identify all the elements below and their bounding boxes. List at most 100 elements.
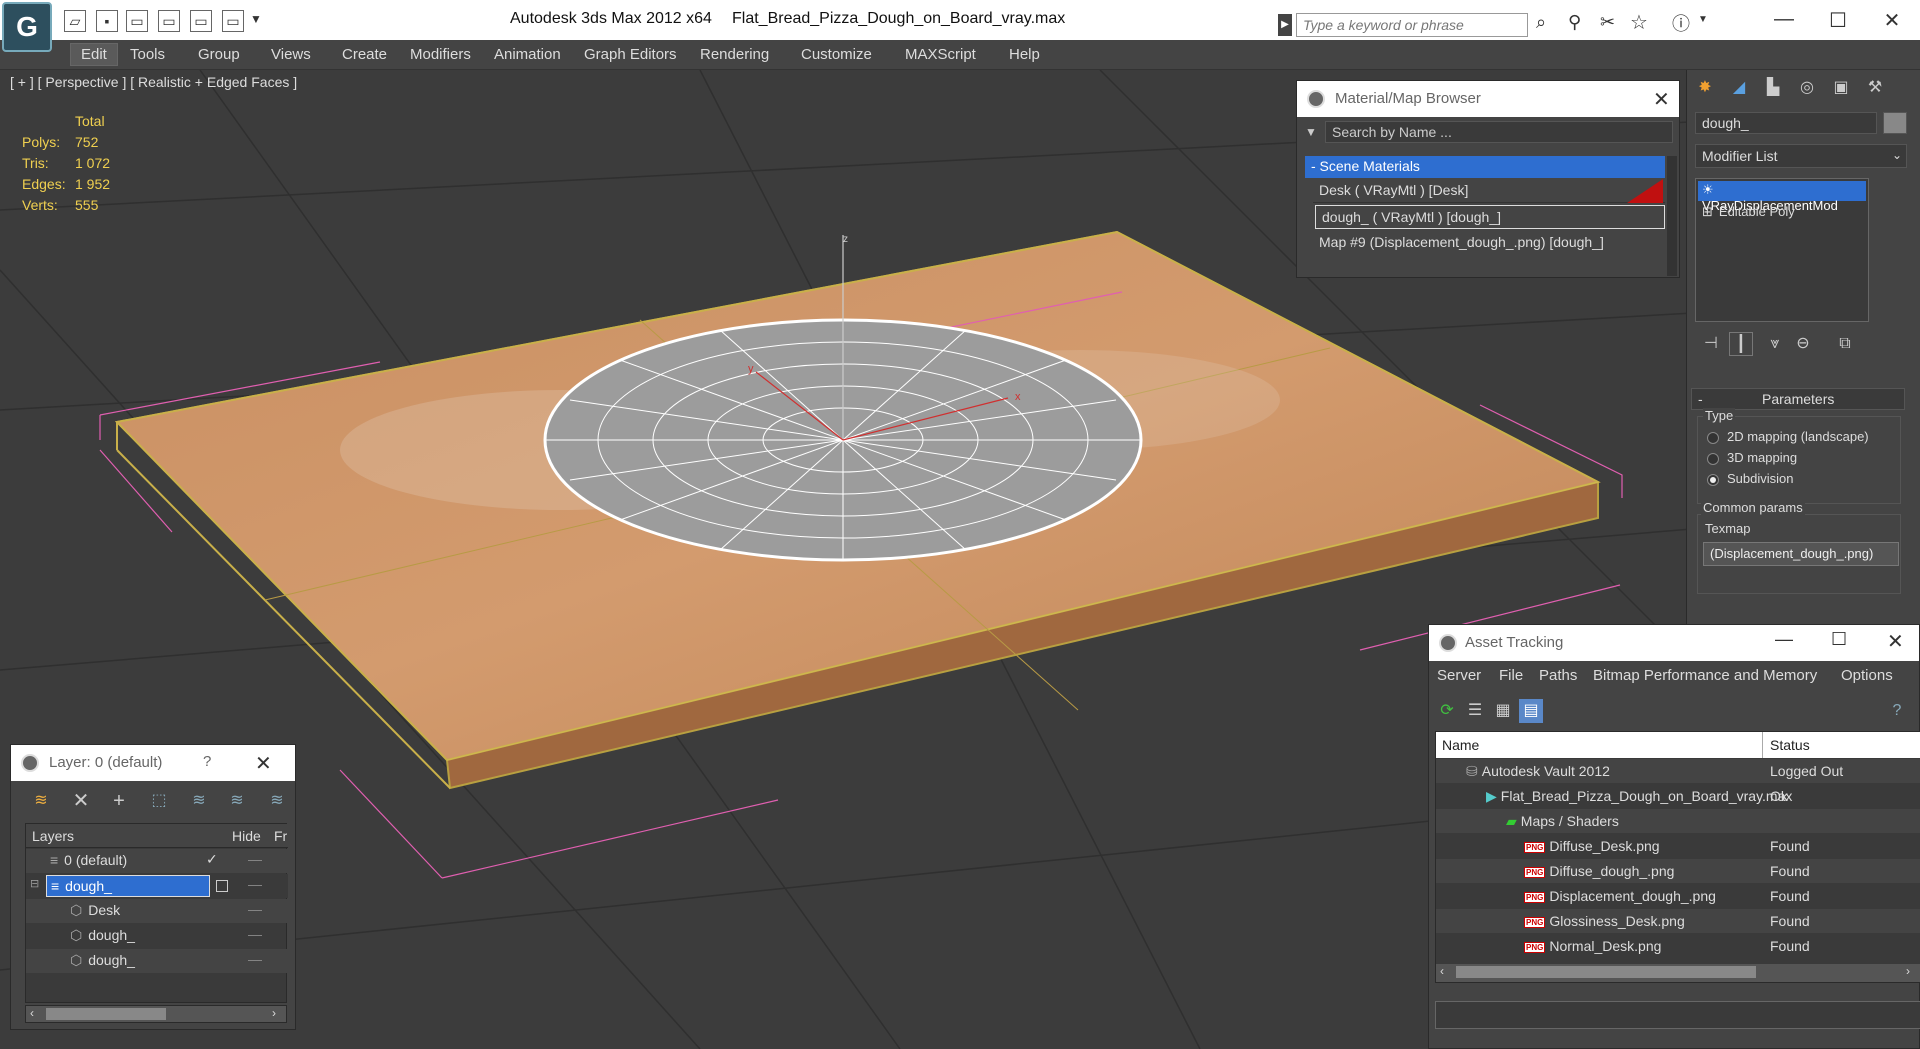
asset-path-field[interactable] <box>1435 1001 1920 1029</box>
pin-stack-icon[interactable]: ⊣ <box>1699 332 1723 356</box>
col-hide[interactable]: Hide <box>232 828 261 844</box>
favorites-icon[interactable]: ☆ <box>1630 10 1648 35</box>
create-tab-icon[interactable]: ✸ <box>1693 76 1717 100</box>
menu-create[interactable]: Create <box>342 46 387 63</box>
scene-materials-section[interactable]: - Scene Materials <box>1305 156 1665 178</box>
freeze-all-icon[interactable]: ≋ <box>265 789 289 813</box>
configure-modifier-sets-icon[interactable]: ⧉ <box>1833 332 1857 356</box>
layer-object-desk[interactable]: ⬡ Desk — <box>26 899 288 923</box>
scroll-left-icon[interactable]: ‹ <box>30 1006 34 1020</box>
asset-row-glossiness[interactable]: PNG Glossiness_Desk.png Found <box>1436 909 1920 934</box>
layer-help-button[interactable]: ? <box>203 753 211 770</box>
texmap-button[interactable]: (Displacement_dough_.png) <box>1703 542 1899 566</box>
asset-menu-paths[interactable]: Paths <box>1539 667 1577 684</box>
save-icon[interactable]: ▪ <box>96 10 118 32</box>
stack-item-vray-displacement[interactable]: ☀VRayDisplacementMod <box>1698 181 1866 213</box>
material-item-dough[interactable]: dough_ ( VRayMtl ) [dough_] <box>1315 205 1665 229</box>
add-to-layer-icon[interactable]: + <box>107 789 131 813</box>
layer-object-dough-1[interactable]: ⬡ dough_ — <box>26 924 288 948</box>
scroll-thumb[interactable] <box>46 1008 166 1020</box>
material-browser-scrollbar[interactable] <box>1667 156 1677 276</box>
thumbnail-view-icon[interactable]: ▦ <box>1491 699 1515 723</box>
layer-row-dough-name[interactable]: ≡ dough_ <box>46 875 210 897</box>
scroll-right-icon[interactable]: › <box>272 1006 276 1020</box>
hold-icon[interactable]: ▭ <box>190 10 212 32</box>
col-name[interactable]: Name <box>1442 737 1479 753</box>
asset-menu-file[interactable]: File <box>1499 667 1523 684</box>
scroll-thumb[interactable] <box>1456 966 1756 978</box>
delete-layer-icon[interactable]: ✕ <box>69 789 93 813</box>
utilities-tab-icon[interactable]: ⚒ <box>1863 76 1887 100</box>
expand-plus-icon[interactable]: ⊞ <box>1702 204 1713 219</box>
menu-rendering[interactable]: Rendering <box>700 46 769 63</box>
viewport-label[interactable]: [ + ] [ Perspective ] [ Realistic + Edge… <box>10 74 297 90</box>
parameters-rollout-header[interactable]: - Parameters <box>1691 388 1905 410</box>
scroll-right-icon[interactable]: › <box>1906 964 1910 978</box>
map-item-displacement[interactable]: Map #9 (Displacement_dough_.png) [dough_… <box>1313 231 1665 255</box>
layer-manager-close-icon[interactable]: ✕ <box>255 751 272 776</box>
material-search-input[interactable]: Search by Name ... <box>1325 121 1673 143</box>
menu-tools[interactable]: Tools <box>130 46 165 63</box>
menu-views[interactable]: Views <box>271 46 311 63</box>
menu-customize[interactable]: Customize <box>801 46 872 63</box>
app-logo-icon[interactable]: G <box>2 2 52 52</box>
refresh-icon[interactable]: ⟳ <box>1435 699 1459 723</box>
create-layer-icon[interactable]: ≋ <box>29 789 53 813</box>
binoculars-icon[interactable]: ⌕ <box>1536 12 1546 33</box>
asset-horizontal-scrollbar[interactable]: ‹ › <box>1436 964 1920 982</box>
stack-item-editable-poly[interactable]: ⊞ Editable Poly <box>1698 203 1866 223</box>
help-icon[interactable]: ⓘ <box>1672 10 1690 36</box>
col-freeze[interactable]: Fr <box>274 828 287 844</box>
asset-close-icon[interactable]: ✕ <box>1887 629 1904 654</box>
type-option-subdivision[interactable]: Subdivision <box>1707 471 1794 486</box>
maximize-icon[interactable]: ☐ <box>1818 8 1858 32</box>
asset-menu-bitmap[interactable]: Bitmap Performance and Memory <box>1593 667 1817 684</box>
list-view-icon[interactable]: ☰ <box>1463 699 1487 723</box>
make-unique-icon[interactable]: ⩔ <box>1763 332 1787 356</box>
asset-row-displacement[interactable]: PNG Displacement_dough_.png Found <box>1436 884 1920 909</box>
asset-row-diffuse-dough[interactable]: PNG Diffuse_dough_.png Found <box>1436 859 1920 884</box>
asset-row-normal[interactable]: PNG Normal_Desk.png Found <box>1436 934 1920 959</box>
col-status[interactable]: Status <box>1770 737 1810 753</box>
asset-row-maps[interactable]: ▰ Maps / Shaders <box>1436 809 1920 834</box>
active-layer-check-icon[interactable]: ✓ <box>206 851 218 868</box>
menu-graph-editors[interactable]: Graph Editors <box>584 46 677 63</box>
hide-all-icon[interactable]: ≋ <box>225 789 249 813</box>
col-divider[interactable] <box>1762 732 1763 758</box>
asset-maximize-icon[interactable]: ☐ <box>1831 629 1847 650</box>
show-end-result-icon[interactable]: ┃ <box>1729 332 1753 356</box>
select-objects-icon[interactable]: ⬚ <box>147 789 171 813</box>
remove-modifier-icon[interactable]: ⊖ <box>1791 332 1815 356</box>
hierarchy-tab-icon[interactable]: ▙ <box>1761 76 1785 100</box>
menu-group[interactable]: Group <box>198 46 240 63</box>
radio-subdivision[interactable] <box>1707 473 1719 486</box>
asset-row-vault[interactable]: ⛁ Autodesk Vault 2012 Logged Out <box>1436 759 1920 784</box>
open-icon[interactable]: ▱ <box>64 10 86 32</box>
help-icon[interactable]: ? <box>1885 699 1909 723</box>
quick-access-dropdown-icon[interactable]: ▼ <box>250 12 262 26</box>
fetch-icon[interactable]: ▭ <box>222 10 244 32</box>
scroll-left-icon[interactable]: ‹ <box>1440 964 1444 978</box>
layer-row-dough[interactable]: ⊟ ≡ dough_ — <box>26 874 288 898</box>
material-browser-close-icon[interactable]: ✕ <box>1653 87 1670 112</box>
help-dropdown-icon[interactable]: ▼ <box>1698 14 1708 25</box>
menu-modifiers[interactable]: Modifiers <box>410 46 471 63</box>
radio-3d-mapping[interactable] <box>1707 452 1719 465</box>
material-item-desk[interactable]: Desk ( VRayMtl ) [Desk] <box>1313 179 1665 203</box>
hide-toggle-icon[interactable]: — <box>248 876 262 892</box>
menu-edit[interactable]: Edit <box>70 43 118 66</box>
object-color-swatch[interactable] <box>1883 112 1907 134</box>
search-input[interactable]: Type a keyword or phrase <box>1296 13 1528 37</box>
motion-tab-icon[interactable]: ◎ <box>1795 76 1819 100</box>
menu-animation[interactable]: Animation <box>494 46 561 63</box>
asset-row-diffuse-desk[interactable]: PNG Diffuse_Desk.png Found <box>1436 834 1920 859</box>
type-option-3d[interactable]: 3D mapping <box>1707 450 1797 465</box>
highlight-selected-icon[interactable]: ≋ <box>187 789 211 813</box>
collapse-icon[interactable]: ⊟ <box>30 877 39 890</box>
asset-menu-server[interactable]: Server <box>1437 667 1481 684</box>
subscription-icon[interactable]: ⚲ <box>1568 12 1581 33</box>
hide-toggle-icon[interactable]: — <box>248 926 262 942</box>
filter-dropdown-icon[interactable]: ▼ <box>1305 125 1317 139</box>
hide-toggle-icon[interactable]: — <box>248 951 262 967</box>
radio-2d-mapping[interactable] <box>1707 431 1719 444</box>
